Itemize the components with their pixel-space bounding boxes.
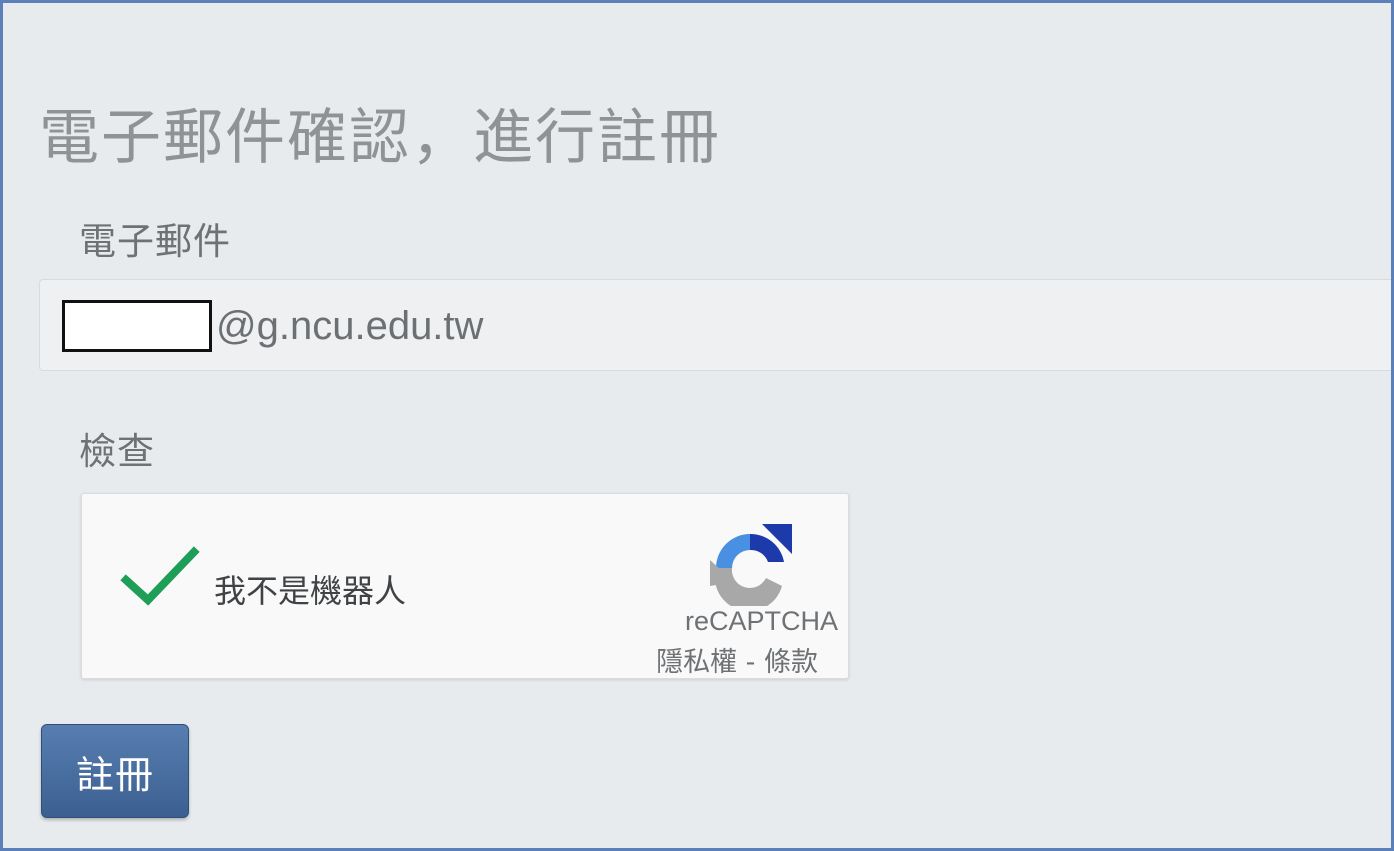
register-button[interactable]: 註冊 (41, 724, 189, 818)
registration-page: 電子郵件確認，進行註冊 電子郵件 @g.ncu.edu.tw 檢查 我不是機器人… (0, 0, 1394, 851)
recaptcha-logo-icon (710, 524, 792, 606)
page-title: 電子郵件確認，進行註冊 (39, 103, 721, 173)
terms-link[interactable]: 條款 (764, 647, 818, 678)
links-separator: - (737, 647, 764, 678)
recaptcha-brand: reCAPTCHA (684, 606, 838, 636)
privacy-link[interactable]: 隱私權 (656, 647, 737, 678)
captcha-label: 我不是機器人 (214, 572, 407, 610)
recaptcha-widget: 我不是機器人 reCAPTCHA 隱私權 - 條款 (81, 493, 849, 679)
email-label: 電子郵件 (79, 220, 231, 263)
check-label: 檢查 (79, 430, 155, 473)
email-field-row: @g.ncu.edu.tw (39, 279, 1391, 371)
email-domain-suffix: @g.ncu.edu.tw (216, 304, 484, 348)
email-username-input[interactable] (62, 300, 212, 352)
recaptcha-links: 隱私權 - 條款 (656, 640, 818, 679)
checkmark-icon[interactable] (120, 542, 200, 612)
